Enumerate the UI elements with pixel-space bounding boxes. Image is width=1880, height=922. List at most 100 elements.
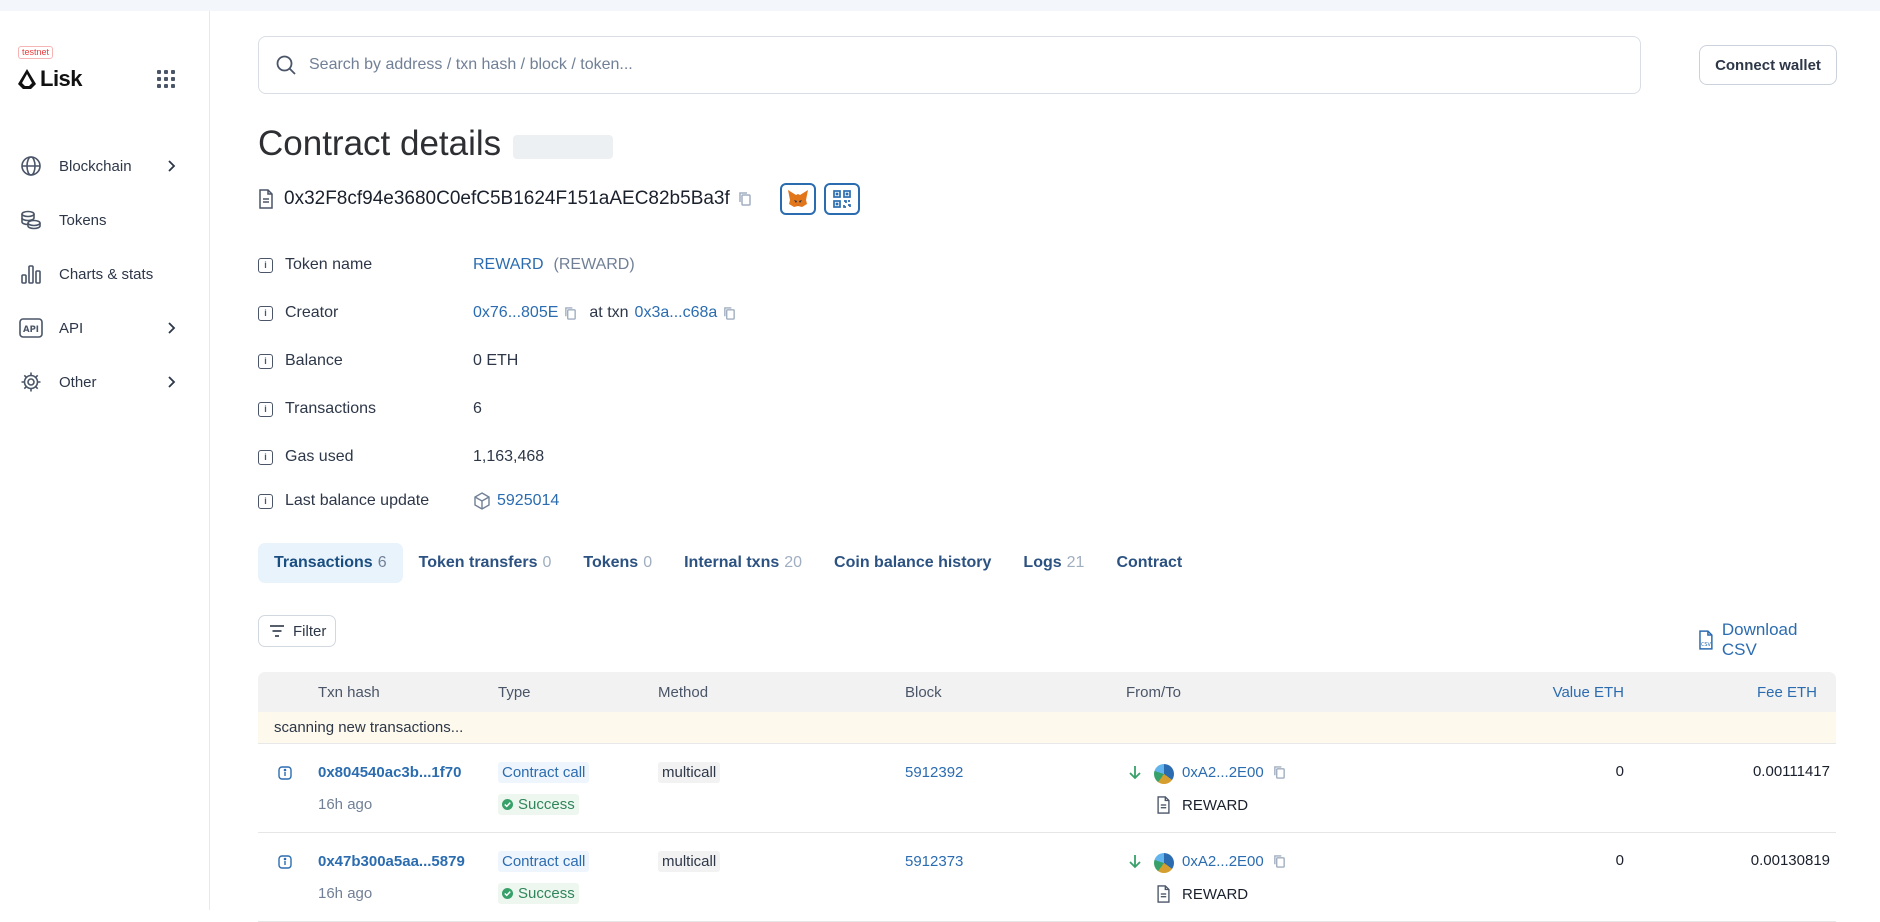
bar-chart-icon (18, 261, 44, 287)
col-value[interactable]: Value ETH (1498, 684, 1624, 701)
sidebar-item-charts[interactable]: Charts & stats (18, 247, 178, 301)
filter-button[interactable]: Filter (258, 615, 336, 647)
document-icon (259, 189, 273, 209)
info-icon[interactable]: i (258, 353, 273, 369)
globe-icon (18, 153, 44, 179)
chevron-right-icon (168, 160, 176, 172)
transactions-count-link[interactable]: 6 (473, 400, 482, 418)
search-icon (276, 55, 296, 75)
sidebar-item-label: Tokens (59, 211, 107, 229)
sidebar-item-api[interactable]: API API (18, 301, 178, 355)
detail-transactions: i Transactions 6 (258, 385, 1158, 433)
info-icon[interactable] (278, 766, 292, 784)
info-icon[interactable]: i (258, 401, 273, 417)
network-badge: testnet (18, 46, 54, 59)
table-row: 0x47b300a5aa...5879 16h ago Contract cal… (258, 833, 1836, 922)
search-input[interactable] (309, 56, 1509, 74)
creator-address-link[interactable]: 0x76...805E (473, 304, 558, 322)
type-tag: Contract call (498, 762, 590, 783)
sidebar-item-tokens[interactable]: Tokens (18, 193, 178, 247)
to-contract-name[interactable]: REWARD (1182, 886, 1248, 903)
copy-icon[interactable] (738, 191, 752, 207)
copy-icon[interactable] (723, 306, 736, 321)
info-icon[interactable]: i (258, 449, 273, 465)
tab-logs[interactable]: Logs 21 (1007, 543, 1100, 583)
tab-internal-txns[interactable]: Internal txns 20 (668, 543, 818, 583)
tab-token-transfers[interactable]: Token transfers 0 (403, 543, 568, 583)
sidebar: testnet Lisk Blockchain Tokens Charts & … (0, 11, 210, 910)
check-circle-icon (502, 888, 513, 899)
add-to-metamask-button[interactable] (779, 183, 816, 215)
tabs: Transactions 6 Token transfers 0 Tokens 0 I… (258, 543, 1198, 583)
method-tag: multicall (658, 851, 721, 872)
txn-age: 16h ago (318, 885, 373, 902)
col-block: Block (905, 683, 942, 701)
download-csv-link[interactable]: CSV Download CSV (1698, 620, 1836, 660)
block-link[interactable]: 5912373 (905, 853, 963, 870)
contract-document-icon (1156, 885, 1171, 907)
address-avatar (1154, 764, 1174, 784)
info-icon[interactable] (278, 855, 292, 873)
copy-icon[interactable] (1273, 765, 1286, 784)
filter-label: Filter (293, 622, 327, 640)
filter-icon (270, 625, 284, 637)
from-address-link[interactable]: 0xA2...2E00 (1182, 764, 1264, 781)
col-fee[interactable]: Fee ETH (1688, 684, 1817, 701)
scanning-notice: scanning new transactions... (258, 712, 1836, 744)
detail-gas-used: i Gas used 1,163,468 (258, 433, 1158, 481)
method-tag: multicall (658, 762, 721, 783)
txn-hash-link[interactable]: 0x804540ac3b...1f70 (318, 764, 461, 781)
block-link[interactable]: 5912392 (905, 764, 963, 781)
detail-label: Creator (285, 304, 339, 321)
tab-contract[interactable]: Contract (1100, 543, 1198, 583)
sidebar-item-label: Charts & stats (59, 265, 154, 283)
qr-code-button[interactable] (823, 183, 860, 215)
search-bar[interactable] (258, 36, 1641, 94)
coins-icon (18, 207, 44, 233)
info-icon[interactable]: i (258, 493, 273, 509)
txn-hash-link[interactable]: 0x47b300a5aa...5879 (318, 853, 465, 870)
to-contract-name[interactable]: REWARD (1182, 797, 1248, 814)
token-symbol: (REWARD) (553, 256, 635, 273)
svg-text:API: API (23, 325, 39, 335)
from-address-link[interactable]: 0xA2...2E00 (1182, 853, 1264, 870)
info-icon[interactable]: i (258, 257, 273, 273)
logo[interactable]: Lisk (17, 66, 83, 92)
metamask-fox-icon (787, 190, 808, 207)
last-balance-block-link[interactable]: 5925014 (497, 492, 559, 510)
copy-icon[interactable] (1273, 854, 1286, 873)
tab-coin-balance-history[interactable]: Coin balance history (818, 543, 1007, 583)
csv-file-icon: CSV (1699, 630, 1713, 650)
sidebar-item-other[interactable]: Other (18, 355, 178, 409)
copy-icon[interactable] (564, 306, 577, 321)
api-icon: API (18, 315, 44, 341)
table-header: Txn hash Type Method Block From/To Value… (258, 672, 1836, 712)
value-cell: 0 (1615, 763, 1624, 780)
apps-grid-icon[interactable] (157, 70, 175, 88)
detail-token-name: i Token name REWARD (REWARD) (258, 241, 1158, 289)
top-strip (0, 0, 1880, 11)
col-method: Method (658, 683, 709, 701)
col-txn-hash: Txn hash (318, 683, 380, 701)
at-txn-label: at txn (589, 304, 629, 321)
balance-value: 0 ETH (473, 352, 519, 369)
creation-txn-link[interactable]: 0x3a...c68a (635, 304, 718, 322)
detail-creator: i Creator 0x76...805E at txn 0x3a...c68a (258, 289, 1158, 337)
contract-document-icon (1156, 796, 1171, 818)
tab-tokens[interactable]: Tokens 0 (567, 543, 668, 583)
detail-label: Last balance update (285, 492, 430, 509)
gear-icon (18, 369, 44, 395)
title-skeleton (513, 135, 614, 159)
csv-label: Download CSV (1721, 620, 1798, 659)
fee-cell: 0.00111417 (1752, 763, 1830, 780)
page-title-row: Contract details (258, 124, 614, 164)
fee-cell: 0.00130819 (1750, 852, 1830, 869)
info-icon[interactable]: i (258, 305, 273, 321)
chevron-right-icon (168, 322, 176, 334)
detail-balance: i Balance 0 ETH (258, 337, 1158, 385)
token-name-link[interactable]: REWARD (473, 256, 544, 274)
tab-transactions[interactable]: Transactions 6 (258, 543, 403, 583)
connect-wallet-button[interactable]: Connect wallet (1699, 45, 1837, 85)
address-avatar (1154, 853, 1174, 873)
sidebar-item-blockchain[interactable]: Blockchain (18, 139, 178, 193)
